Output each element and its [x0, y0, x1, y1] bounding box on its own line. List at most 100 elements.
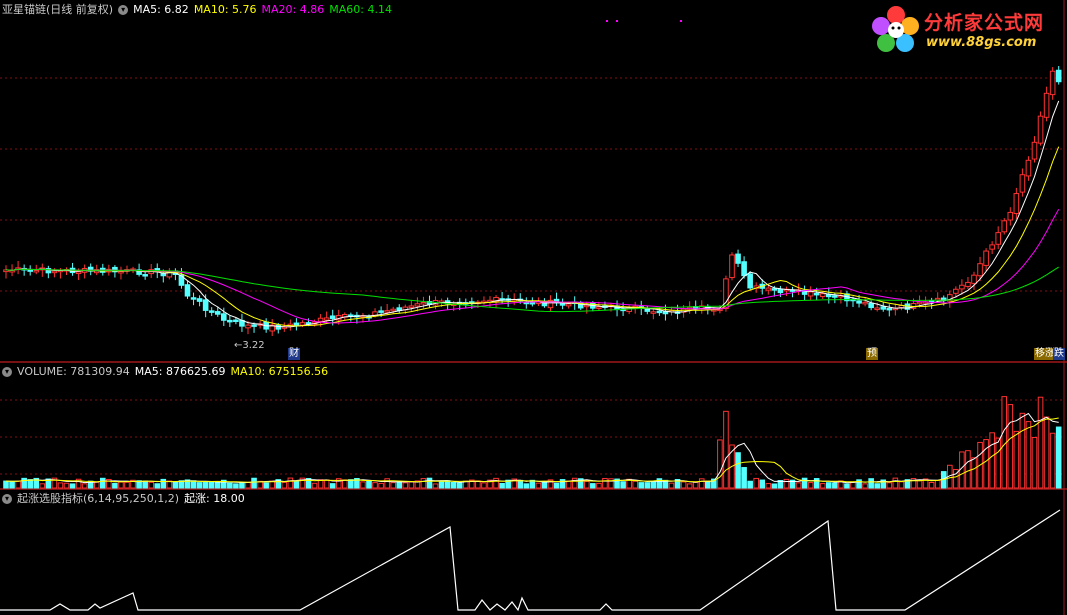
volume-bar — [493, 477, 499, 489]
candle-body — [559, 303, 566, 306]
candle-body — [1013, 193, 1020, 215]
volume-bar — [233, 483, 239, 489]
candle-body — [916, 301, 923, 305]
event-tag-yu[interactable]: 预 — [866, 348, 878, 360]
volume-bar — [1037, 396, 1044, 489]
candle-body — [729, 254, 735, 279]
volume-bar — [826, 482, 832, 489]
volume-bar — [118, 481, 124, 489]
event-tag-cai[interactable]: 财 — [288, 348, 300, 360]
volume-bar — [227, 482, 233, 489]
volume-bar — [208, 481, 215, 489]
volume-bar — [862, 483, 868, 489]
volume-bar — [15, 480, 21, 489]
candle-body — [420, 302, 427, 305]
volume-bar — [650, 480, 657, 489]
volume-bar — [638, 482, 645, 489]
candle-body — [874, 307, 881, 310]
volume-bar — [21, 477, 27, 489]
volume-bar — [432, 483, 439, 489]
volume-bar — [553, 482, 560, 489]
volume-bar — [311, 482, 318, 489]
candle-body — [390, 308, 396, 312]
volume-bar — [263, 482, 269, 489]
volume-bar — [360, 481, 366, 489]
candle-body — [953, 288, 959, 294]
volume-bar — [571, 477, 578, 489]
dropdown-icon[interactable]: ▾ — [2, 494, 12, 504]
candle-body — [807, 291, 814, 297]
indicator-value: 起涨: 18.00 — [184, 492, 245, 505]
volume-bar — [717, 439, 723, 489]
logo-title: 分析家公式网 — [924, 12, 1045, 34]
volume-bar — [287, 477, 294, 489]
candle-body — [202, 299, 209, 311]
volume-bar — [57, 482, 64, 489]
volume-bar — [819, 483, 826, 489]
volume-bar — [190, 480, 197, 489]
volume-bar — [481, 482, 487, 489]
candle-body — [989, 244, 995, 250]
candle-body — [741, 261, 747, 277]
stock-chart-canvas[interactable] — [0, 0, 1067, 615]
volume-bar — [27, 479, 33, 489]
volume-bar — [372, 482, 378, 489]
volume-bar — [1049, 432, 1056, 489]
volume-bar — [378, 482, 384, 489]
volume-bar — [620, 481, 626, 489]
candle-body — [293, 322, 300, 326]
candle-body — [1025, 159, 1032, 177]
event-tag-die[interactable]: 跌 — [1053, 348, 1065, 360]
volume-bar — [293, 480, 300, 489]
volume-bar — [172, 482, 179, 489]
volume-bar — [323, 479, 330, 489]
volume-bar — [142, 480, 148, 489]
volume-bar — [348, 479, 354, 489]
candle-body — [142, 274, 148, 277]
volume-bar — [202, 482, 209, 489]
volume-bar — [160, 478, 167, 489]
volume-bar — [390, 482, 396, 489]
volume-bar — [795, 482, 802, 489]
volume-bar — [1031, 436, 1038, 489]
volume-bar — [81, 483, 88, 489]
volume-bar — [928, 481, 935, 489]
dropdown-icon[interactable]: ▾ — [2, 367, 12, 377]
volume-bar — [801, 477, 808, 489]
volume-bar — [596, 482, 602, 489]
logo-url[interactable]: www.88gs.com — [926, 35, 1036, 50]
volume-bar — [771, 483, 778, 489]
candle-body — [529, 301, 536, 305]
volume-bar — [396, 481, 403, 489]
candle-body — [299, 322, 306, 326]
candle-body — [965, 281, 971, 287]
moving-average-lines — [5, 100, 1060, 328]
ma20-label: MA20: 4.86 — [261, 3, 325, 16]
dropdown-icon[interactable]: ▾ — [118, 5, 129, 15]
stock-title[interactable]: 亚星锚链(日线 前复权) — [2, 3, 113, 17]
volume-bar — [499, 482, 505, 489]
volume-bar — [535, 482, 542, 489]
volume-bar — [1025, 421, 1032, 489]
candle-body — [862, 301, 868, 305]
volume-bar — [753, 477, 760, 489]
candle-body — [819, 293, 826, 298]
candle-body — [75, 271, 82, 275]
candle-body — [1049, 70, 1056, 96]
volume-bar — [741, 467, 747, 489]
volume-bar — [1043, 416, 1050, 489]
volume-bar — [342, 479, 348, 489]
candle-body — [983, 250, 989, 266]
volume-bar — [1013, 430, 1020, 489]
volume-bar — [874, 483, 881, 489]
volume-bar — [517, 479, 524, 489]
volume-bar — [989, 432, 995, 489]
volume-bar — [366, 480, 372, 489]
candle-body — [196, 298, 203, 302]
candle-body — [644, 308, 651, 312]
volume-bar — [934, 479, 941, 489]
candle-body — [971, 274, 977, 284]
candle-body — [832, 295, 838, 298]
candle-body — [317, 317, 324, 322]
candle-body — [118, 270, 124, 274]
